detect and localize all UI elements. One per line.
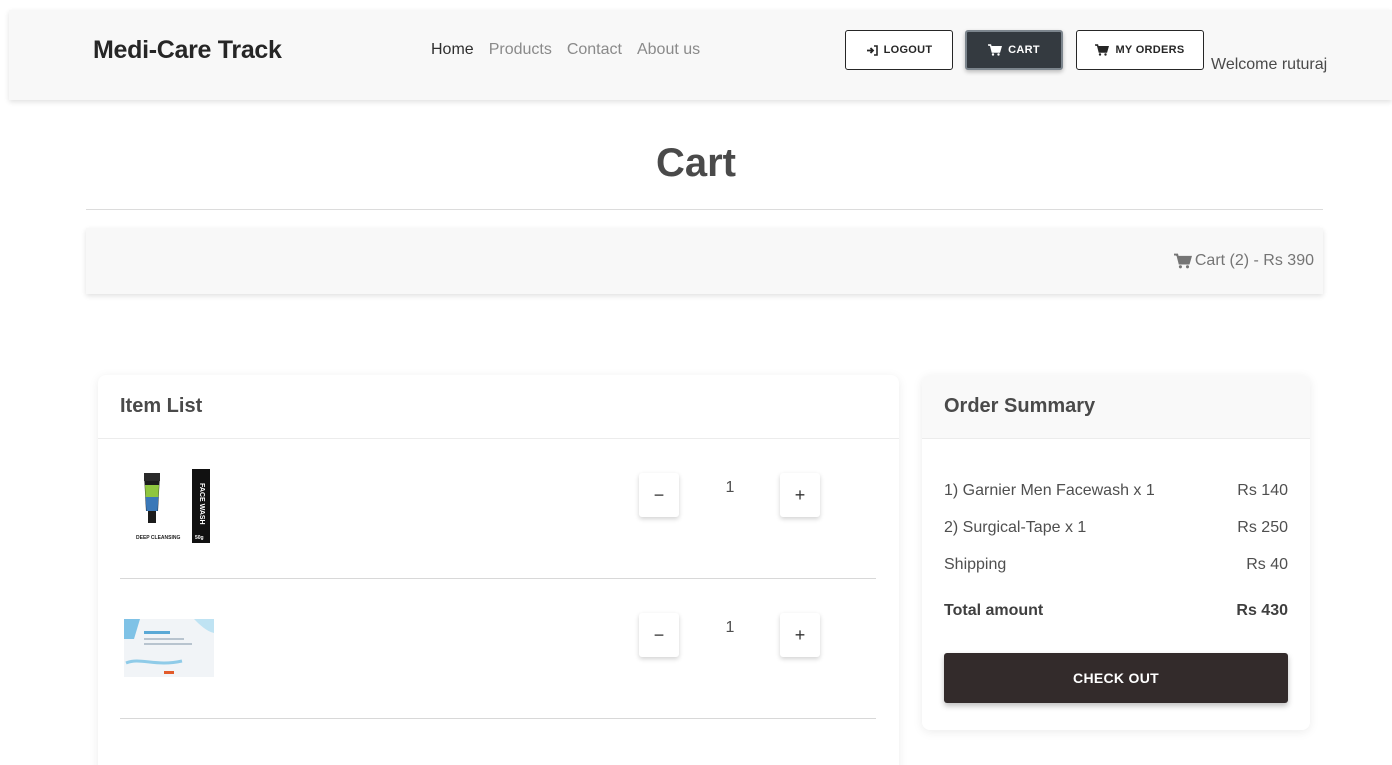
facewash-product-image: FACE WASH 50g DEEP CLEANSING [134,469,218,547]
page-title: Cart [655,141,737,185]
cart-icon [1095,44,1110,56]
brand-logo[interactable]: Medi-Care Track [93,36,282,65]
cart-count-label: Cart (2) - Rs 390 [1194,252,1314,269]
summary-line: 2) Surgical-Tape x 1 Rs 250 [944,519,1288,537]
nav-link-products[interactable]: Products [489,41,552,59]
welcome-text: Welcome ruturaj [1211,56,1328,73]
my-orders-button[interactable]: MY ORDERS [1076,30,1204,70]
cart-icon [1173,253,1192,269]
cart-label: CART [1008,44,1040,56]
shipping-label: Shipping [944,556,1007,573]
facewash-pack-text: DEEP CLEANSING [136,535,180,541]
navbar: Medi-Care Track Home Products Contact Ab… [9,10,1392,100]
increase-quantity-button[interactable]: + [780,613,820,657]
logout-label: LOGOUT [883,44,933,56]
shipping-amount: Rs 40 [1246,556,1288,573]
summary-line-amount: Rs 250 [1237,519,1288,536]
my-orders-label: MY ORDERS [1115,44,1185,56]
total-amount: Rs 430 [1236,602,1288,619]
facewash-pack-label: FACE WASH [198,483,205,525]
cart-summary-bar: Cart (2) - Rs 390 [86,228,1323,294]
total-line: Total amount Rs 430 [944,602,1288,620]
cart-count-total[interactable]: Cart (2) - Rs 390 [1173,252,1314,270]
nav-links: Home Products Contact About us [431,41,700,59]
nav-link-home[interactable]: Home [431,41,474,59]
checkout-button[interactable]: CHECK OUT [944,653,1288,703]
summary-line-label: 1) Garnier Men Facewash x 1 [944,482,1155,499]
divider [86,209,1323,210]
summary-line-amount: Rs 140 [1237,482,1288,499]
increase-quantity-button[interactable]: + [780,473,820,517]
decrease-quantity-button[interactable]: − [639,613,679,657]
order-summary-card: Order Summary 1) Garnier Men Facewash x … [922,375,1310,730]
nav-link-about[interactable]: About us [637,41,700,59]
summary-line: 1) Garnier Men Facewash x 1 Rs 140 [944,482,1288,500]
shipping-line: Shipping Rs 40 [944,556,1288,574]
decrease-quantity-button[interactable]: − [639,473,679,517]
quantity-value: 1 [725,479,735,496]
login-icon [866,44,878,56]
nav-link-contact[interactable]: Contact [567,41,622,59]
cart-button[interactable]: CART [965,30,1063,70]
item-list-heading: Item List [98,375,899,439]
cart-icon [988,44,1003,56]
total-label: Total amount [944,602,1044,619]
cart-item-row: − 1 + [120,579,876,719]
summary-line-label: 2) Surgical-Tape x 1 [944,519,1087,536]
surgical-tape-product-image [124,619,214,677]
item-list-card: Item List FACE WASH 50g DEEP CLEANSING −… [98,375,899,765]
logout-button[interactable]: LOGOUT [845,30,953,70]
quantity-value: 1 [725,619,735,636]
order-summary-heading: Order Summary [922,375,1310,439]
cart-item-row: FACE WASH 50g DEEP CLEANSING − 1 + [120,439,876,579]
facewash-pack-weight: 50g [195,535,204,541]
